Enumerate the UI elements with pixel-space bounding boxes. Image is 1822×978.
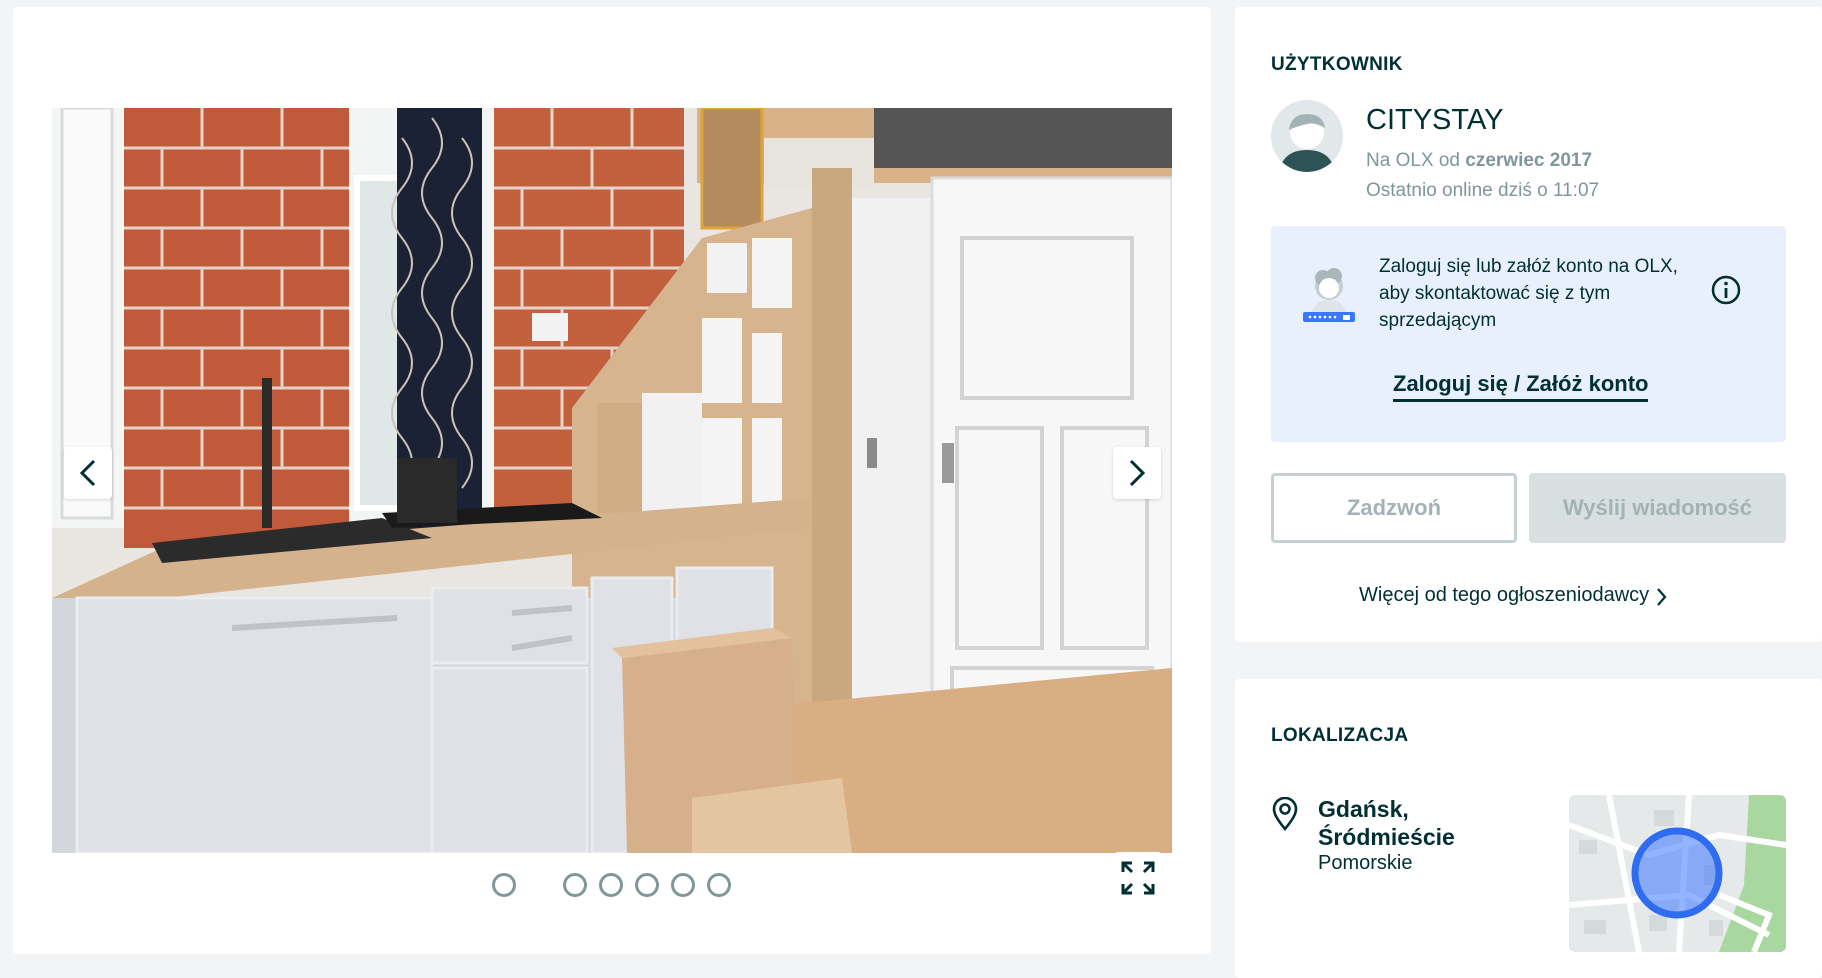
location-section-title: LOKALIZACJA bbox=[1271, 725, 1409, 746]
gallery-dot[interactable] bbox=[492, 873, 516, 897]
listing-photo[interactable] bbox=[52, 108, 1172, 853]
user-avatar-icon bbox=[1271, 100, 1343, 172]
gallery-dot[interactable] bbox=[671, 873, 695, 897]
gallery-dot[interactable] bbox=[599, 873, 623, 897]
gallery-dot[interactable] bbox=[563, 873, 587, 897]
gallery-prev-button[interactable] bbox=[64, 447, 112, 499]
member-since-date: czerwiec 2017 bbox=[1465, 150, 1593, 171]
info-circle-icon bbox=[1711, 275, 1741, 305]
login-prompt-box: Zaloguj się lub załóż konto na OLX, aby … bbox=[1271, 226, 1786, 442]
info-icon[interactable] bbox=[1710, 274, 1742, 306]
seller-last-online: Ostatnio online dziś o 11:07 bbox=[1366, 180, 1600, 201]
avatar bbox=[1271, 100, 1343, 172]
gallery-next-button[interactable] bbox=[1113, 447, 1161, 499]
login-register-link[interactable]: Zaloguj się / Załóż konto bbox=[1393, 371, 1649, 402]
seller-member-since: Na OLX od czerwiec 2017 bbox=[1366, 150, 1592, 172]
location-city-line2: Śródmieście bbox=[1318, 824, 1455, 850]
chevron-right-icon bbox=[1657, 587, 1667, 606]
user-lock-icon bbox=[1303, 268, 1355, 322]
kitchen-photo-illustration bbox=[52, 108, 1172, 853]
location-card: LOKALIZACJA Gdańsk, Śródmieście Pomorski… bbox=[1235, 679, 1822, 978]
map-thumbnail[interactable] bbox=[1569, 795, 1786, 952]
gallery-dots bbox=[13, 873, 1211, 899]
gallery-dot[interactable] bbox=[635, 873, 659, 897]
gallery-dot[interactable] bbox=[707, 873, 731, 897]
call-button[interactable]: Zadzwoń bbox=[1271, 473, 1517, 543]
location-region: Pomorskie bbox=[1318, 852, 1413, 874]
location-city-line1: Gdańsk, bbox=[1318, 796, 1409, 822]
more-from-seller-label: Więcej od tego ogłoszeniodawcy bbox=[1359, 584, 1650, 606]
send-message-button[interactable]: Wyślij wiadomość bbox=[1529, 473, 1786, 543]
chevron-right-icon bbox=[1129, 459, 1146, 487]
seller-name: CITYSTAY bbox=[1366, 104, 1504, 136]
map-icon bbox=[1569, 795, 1786, 952]
more-from-seller-link[interactable]: Więcej od tego ogłoszeniodawcy bbox=[1359, 584, 1669, 607]
location-pin-icon bbox=[1271, 796, 1299, 832]
chevron-left-icon bbox=[79, 459, 96, 487]
fullscreen-button[interactable] bbox=[1114, 852, 1162, 904]
login-prompt-text: Zaloguj się lub załóż konto na OLX, aby … bbox=[1379, 256, 1678, 331]
location-city: Gdańsk, Śródmieście bbox=[1318, 795, 1455, 851]
gallery-card bbox=[13, 7, 1211, 954]
seller-section-title: UŻYTKOWNIK bbox=[1271, 54, 1403, 75]
login-illustration bbox=[1301, 262, 1357, 326]
expand-icon bbox=[1121, 861, 1155, 895]
member-since-prefix: Na OLX od bbox=[1366, 150, 1466, 171]
seller-card: UŻYTKOWNIK CITYSTAY Na OLX od czerwiec 2… bbox=[1235, 7, 1822, 642]
